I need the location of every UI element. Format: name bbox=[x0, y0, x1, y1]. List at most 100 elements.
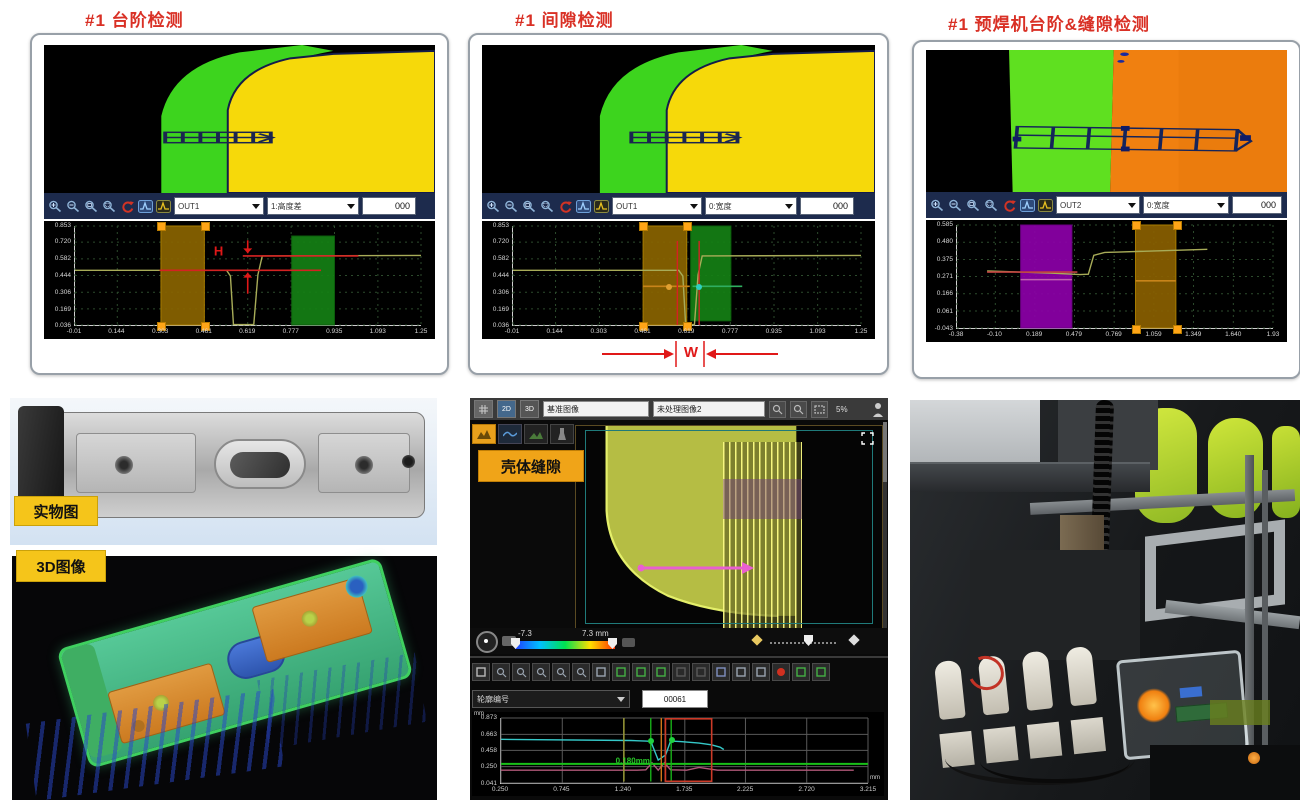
region-handle[interactable] bbox=[683, 222, 692, 231]
measure-item-select[interactable]: 1:高度差 bbox=[267, 197, 359, 215]
gripper-unit bbox=[1065, 646, 1097, 706]
profile-display-icon[interactable] bbox=[138, 200, 153, 213]
zoom-region-icon[interactable] bbox=[84, 200, 99, 213]
layer-dim2-icon[interactable] bbox=[692, 663, 710, 681]
profile-number-value[interactable]: 00061 bbox=[642, 690, 708, 708]
rect-move-icon[interactable] bbox=[732, 663, 750, 681]
zoom-fit-icon[interactable] bbox=[540, 200, 555, 213]
zoom-in-icon[interactable] bbox=[930, 199, 945, 212]
record-icon[interactable] bbox=[772, 663, 790, 681]
capture-icon[interactable] bbox=[812, 663, 830, 681]
output-select[interactable]: OUT1 bbox=[174, 197, 264, 215]
panel-title-prewelder: #1 预焊机台阶&缝隙检测 bbox=[948, 10, 1150, 35]
scrollbar[interactable] bbox=[883, 422, 887, 628]
position-slider-track[interactable] bbox=[770, 642, 836, 644]
zoom-level[interactable]: 5% bbox=[836, 405, 848, 414]
scale-option-icon[interactable] bbox=[622, 638, 635, 647]
measure-value-box[interactable]: 000 bbox=[800, 197, 854, 215]
profile-settings-icon[interactable] bbox=[594, 200, 609, 213]
profile-display-icon[interactable] bbox=[576, 200, 591, 213]
x-tick-label: 1.093 bbox=[370, 328, 386, 335]
position-diamond-icon[interactable] bbox=[848, 634, 859, 645]
region-handle[interactable] bbox=[201, 222, 210, 231]
measure-value-box[interactable]: 000 bbox=[362, 197, 416, 215]
color-scale-bar bbox=[515, 641, 615, 649]
viewer-topbar: 2D 3D 基准图像 未处理图像2 5% bbox=[470, 398, 888, 420]
zoom-out-icon[interactable] bbox=[66, 200, 81, 213]
grid-icon bbox=[479, 405, 488, 414]
expand-icon[interactable] bbox=[861, 432, 874, 445]
position-slider-handle[interactable] bbox=[804, 635, 813, 646]
y-tick-label: 0.444 bbox=[55, 272, 71, 280]
output-select[interactable]: OUT1 bbox=[612, 197, 702, 215]
image-view-icon[interactable] bbox=[524, 424, 548, 444]
reset-icon[interactable] bbox=[120, 200, 135, 213]
gap-detection-card: OUT1 0:宽度 000 0.8530.7200.5820.4440.3060… bbox=[468, 33, 889, 375]
zoom-out-icon[interactable] bbox=[790, 401, 807, 418]
output-select-value: OUT1 bbox=[178, 202, 199, 211]
zoom-fit-icon[interactable] bbox=[984, 199, 999, 212]
reset-icon[interactable] bbox=[558, 200, 573, 213]
zoom-in-icon[interactable] bbox=[48, 200, 63, 213]
profile-view-icon[interactable] bbox=[498, 424, 522, 444]
profile-settings-icon[interactable] bbox=[1038, 199, 1053, 212]
zoom-in-icon[interactable] bbox=[769, 401, 786, 418]
shell-gap-profile-chart: 0.8730.6630.4580.2500.0410.2500.7451.240… bbox=[472, 712, 884, 796]
tab-2d[interactable]: 2D bbox=[497, 400, 516, 418]
region-handle[interactable] bbox=[1173, 221, 1182, 230]
position-diamond-icon[interactable] bbox=[751, 634, 762, 645]
zoom-out-icon[interactable] bbox=[512, 663, 530, 681]
y-tick-label: 0.480 bbox=[937, 238, 953, 246]
region-handle[interactable] bbox=[639, 222, 648, 231]
tool-view-icon[interactable] bbox=[550, 424, 574, 444]
profile-number-select[interactable]: 轮廓编号 bbox=[472, 690, 630, 708]
target-icon[interactable] bbox=[476, 631, 498, 653]
user-icon[interactable] bbox=[872, 402, 884, 417]
layer-dim-icon[interactable] bbox=[672, 663, 690, 681]
zoom-in-icon[interactable] bbox=[486, 200, 501, 213]
region-handle[interactable] bbox=[1132, 221, 1141, 230]
y-tick-label: 0.306 bbox=[493, 289, 509, 297]
region-handle[interactable] bbox=[1132, 325, 1141, 334]
rect-edit-icon[interactable] bbox=[752, 663, 770, 681]
reset-icon[interactable] bbox=[1002, 199, 1017, 212]
zoom-fit-icon[interactable] bbox=[102, 200, 117, 213]
tab-3d[interactable]: 3D bbox=[520, 400, 539, 418]
plot-area bbox=[500, 718, 868, 784]
viewer-main-image[interactable] bbox=[575, 425, 883, 629]
zoom-fit-icon[interactable] bbox=[811, 401, 828, 418]
rect-select-icon[interactable] bbox=[712, 663, 730, 681]
x-tick-label: 0.144 bbox=[547, 328, 563, 335]
x-tick-label: 0.250 bbox=[492, 786, 508, 793]
output-select[interactable]: OUT2 bbox=[1056, 196, 1140, 214]
profile-settings-icon[interactable] bbox=[156, 200, 171, 213]
grid-highlight-icon[interactable] bbox=[612, 663, 630, 681]
zoom-out-icon[interactable] bbox=[948, 199, 963, 212]
chevron-down-icon bbox=[690, 204, 698, 209]
roi-add-icon[interactable] bbox=[632, 663, 650, 681]
profile-tool-icon[interactable] bbox=[472, 663, 490, 681]
zoom-region-icon[interactable] bbox=[522, 200, 537, 213]
heightmap-image-gap bbox=[482, 45, 875, 193]
region-handle[interactable] bbox=[1173, 325, 1182, 334]
zoom-in-icon[interactable] bbox=[492, 663, 510, 681]
heightmap-step-graphic bbox=[44, 45, 435, 193]
roi-select-icon[interactable] bbox=[652, 663, 670, 681]
measure-item-select[interactable]: 0:宽度 bbox=[1143, 196, 1229, 214]
measure-value-box[interactable]: 000 bbox=[1232, 196, 1282, 214]
ruler-icon[interactable] bbox=[592, 663, 610, 681]
zoom-out-icon[interactable] bbox=[504, 200, 519, 213]
image-source-select[interactable]: 基准图像 bbox=[543, 401, 649, 417]
pan-icon[interactable] bbox=[572, 663, 590, 681]
zoom-region-icon[interactable] bbox=[966, 199, 981, 212]
region-handle[interactable] bbox=[157, 222, 166, 231]
image-source-select-2[interactable]: 未处理图像2 bbox=[653, 401, 765, 417]
profile-toolbar-step: OUT1 1:高度差 000 bbox=[44, 193, 435, 219]
measure-item-select[interactable]: 0:宽度 bbox=[705, 197, 797, 215]
profile-display-icon[interactable] bbox=[1020, 199, 1035, 212]
view-grid-tab[interactable] bbox=[474, 400, 493, 418]
export-icon[interactable] bbox=[792, 663, 810, 681]
zoom-region-icon[interactable] bbox=[532, 663, 550, 681]
heightmap-view-icon[interactable] bbox=[472, 424, 496, 444]
zoom-fit-icon[interactable] bbox=[552, 663, 570, 681]
